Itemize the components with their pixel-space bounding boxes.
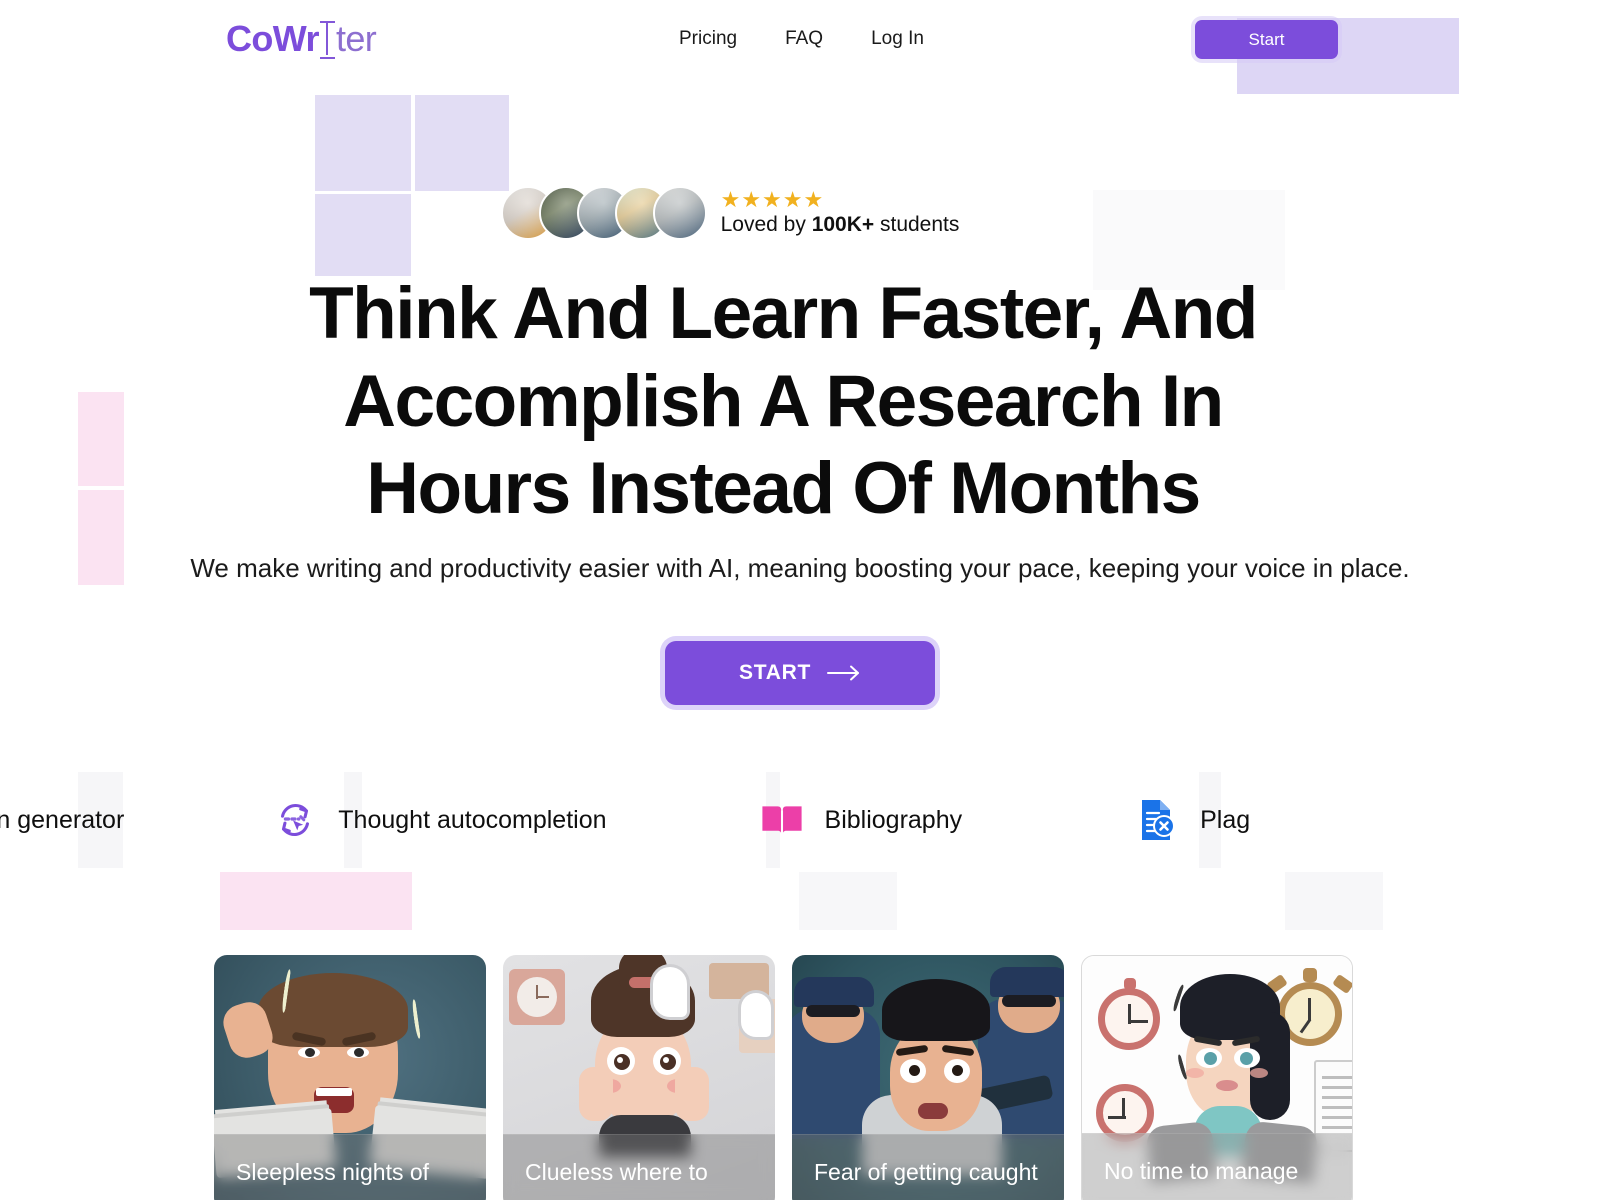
deco-gray-block-bottom-1	[799, 872, 897, 930]
card[interactable]: No time to manage	[1081, 955, 1353, 1200]
nav-item-faq[interactable]: FAQ	[785, 28, 823, 50]
card[interactable]: Fear of getting caught	[792, 955, 1064, 1200]
logo[interactable]: CoWr ter	[226, 17, 377, 60]
card[interactable]: Sleepless nights of	[214, 955, 486, 1200]
header-start-button[interactable]: Start	[1195, 20, 1338, 59]
feature-label: Plag	[1200, 805, 1251, 834]
logo-primary-text: CoWr	[226, 18, 320, 59]
arrow-right-icon	[826, 665, 861, 681]
text-cursor-icon	[319, 21, 335, 59]
loved-suffix: students	[874, 213, 960, 236]
avatar	[652, 186, 707, 240]
nav-item-pricing[interactable]: Pricing	[679, 28, 737, 50]
card-caption: Sleepless nights of	[214, 1134, 486, 1200]
avatar-group	[500, 186, 707, 240]
autocomplete-refresh-cursor-icon	[272, 797, 318, 843]
loved-by-label: Loved by 100K+ students	[721, 213, 960, 237]
loved-prefix: Loved by	[720, 213, 812, 236]
deco-lavender-block-2	[415, 95, 509, 191]
loved-count: 100K+	[811, 213, 875, 236]
feature-item-bibliography[interactable]: Bibliography	[759, 797, 963, 843]
feature-label: Thought autocompletion	[338, 805, 607, 834]
social-proof-text: ★★★★★ Loved by 100K+ students	[721, 189, 960, 237]
main-nav: Pricing FAQ Log In	[679, 28, 924, 50]
deco-gray-block-bottom-2	[1285, 872, 1383, 930]
hero-start-label: START	[739, 661, 811, 684]
pain-point-cards: Sleepless nights of Clueless where to Fe…	[214, 955, 1353, 1200]
card-caption: Fear of getting caught	[792, 1134, 1064, 1200]
landing-page: CoWr ter Pricing FAQ Log In Start ★★★★★ …	[0, 0, 1600, 1200]
hero-start-button[interactable]: START	[665, 641, 935, 705]
nav-item-login[interactable]: Log In	[871, 28, 924, 50]
feature-label: :ion generator	[0, 805, 125, 834]
feature-item-thought-autocompletion[interactable]: Thought autocompletion	[272, 797, 607, 843]
plagiarism-document-x-icon	[1134, 797, 1180, 843]
feature-item-plagiarism-checker[interactable]: Plag	[1134, 797, 1250, 843]
card-caption: No time to manage	[1082, 1133, 1352, 1200]
star-rating-icon: ★★★★★	[720, 187, 825, 212]
hero-subheadline: We make writing and productivity easier …	[190, 553, 1410, 583]
feature-item-citation-generator[interactable]: :ion generator	[0, 797, 124, 843]
social-proof: ★★★★★ Loved by 100K+ students	[0, 186, 1530, 240]
logo-secondary-text: ter	[335, 18, 377, 59]
page-title: Think And Learn Faster, And Accomplish A…	[309, 273, 1258, 530]
hero-cta-wrap: START	[0, 641, 1600, 705]
feature-strip: :ion generator Thought autocompletion	[0, 770, 1460, 870]
deco-lavender-block-1	[315, 95, 411, 191]
open-book-icon	[759, 797, 805, 843]
card-caption: Clueless where to	[503, 1134, 775, 1200]
card[interactable]: Clueless where to	[503, 955, 775, 1200]
feature-label: Bibliography	[824, 805, 963, 834]
deco-pink-block-bottom	[220, 872, 412, 930]
